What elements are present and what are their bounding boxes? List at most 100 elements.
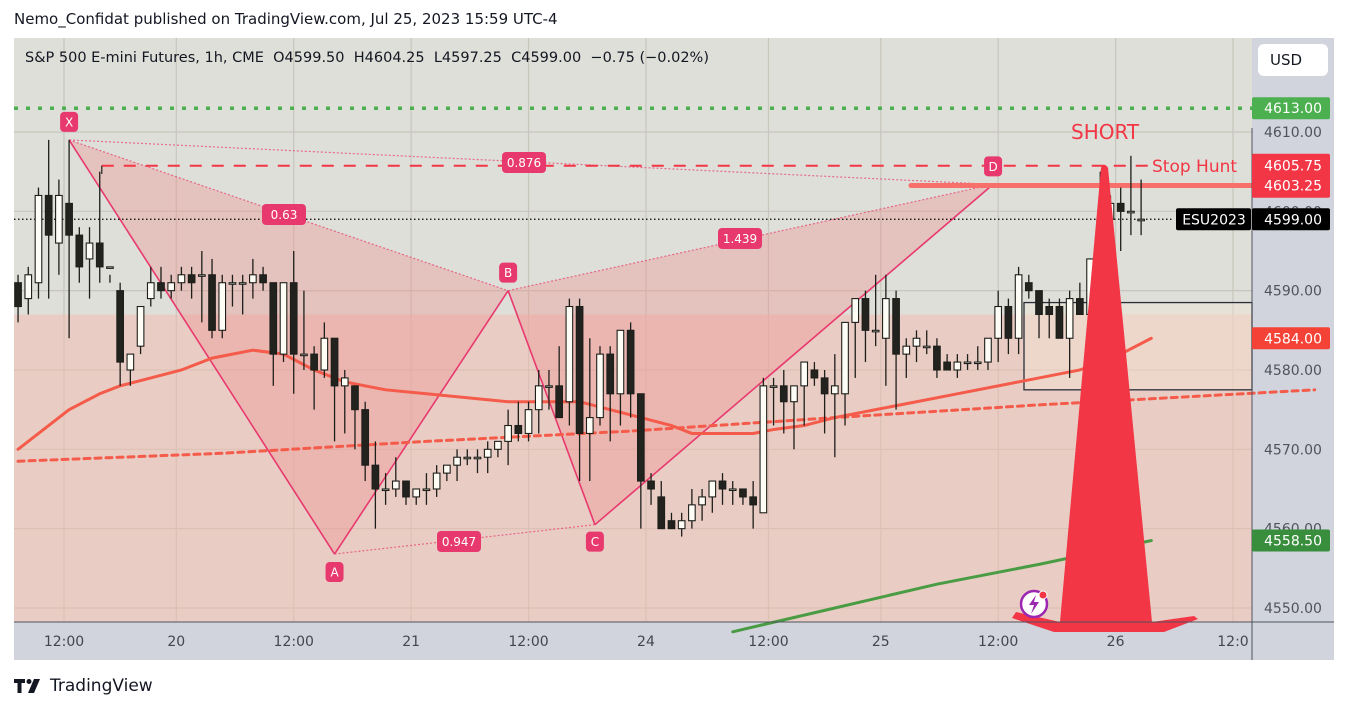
candle-body-bearish: [361, 409, 370, 466]
candle-body-bullish: [238, 282, 247, 285]
candle-body-bearish: [14, 282, 22, 308]
candle: [279, 282, 288, 363]
candle-body-bearish: [75, 234, 84, 268]
candle-body-bearish: [933, 345, 941, 371]
candle-body-bullish: [524, 409, 533, 435]
price-tick-label: 4550.00: [1264, 601, 1322, 617]
chart-canvas[interactable]: SHORT Stop Hunt X A B C D 0.63 0.947 1.439 0.876 4…: [14, 38, 1334, 660]
candle-body-bearish: [157, 282, 165, 292]
candle-body-bullish: [902, 345, 911, 355]
close-value: 4599.00: [521, 50, 582, 66]
tradingview-logo[interactable]: TradingView: [14, 676, 153, 696]
candle-body-bullish: [136, 305, 145, 347]
candle-body-bearish: [95, 242, 104, 268]
candle-body-bullish: [963, 361, 972, 365]
chart-frame[interactable]: SHORT Stop Hunt X A B C D 0.63 0.947 1.439 0.876 4…: [14, 38, 1334, 660]
price-tick-label: 4570.00: [1264, 442, 1322, 458]
candle-body-bearish: [718, 480, 727, 490]
short-label: SHORT: [1071, 120, 1140, 144]
candle-body-bullish: [504, 424, 512, 442]
price-tag-last-text: 4599.00: [1264, 212, 1322, 228]
candle-body-bullish: [412, 488, 421, 498]
candle-body-bullish: [1065, 298, 1074, 339]
candle-body-bearish: [555, 385, 564, 419]
candle-body-bearish: [606, 353, 615, 395]
candle-body-bearish: [626, 329, 635, 395]
candle: [34, 187, 43, 299]
candle-body-bullish: [85, 242, 94, 260]
point-label-x: X: [60, 111, 79, 132]
candle-body-bullish: [320, 337, 329, 371]
point-label-b: B: [499, 262, 518, 283]
close-key: C: [511, 50, 522, 66]
candle-body-bullish: [177, 274, 186, 284]
candle-body-bearish: [647, 480, 655, 490]
ratio-label-xd: 0.876: [502, 152, 546, 173]
candle-body-bullish: [994, 305, 1003, 339]
candle-body-bearish: [371, 464, 380, 490]
candle-body-bearish: [820, 377, 829, 395]
point-label-b-text: B: [504, 266, 512, 280]
symbol-name: S&P 500 E-mini Futures, 1h, CME: [25, 50, 264, 66]
tradingview-logo-icon: [14, 679, 40, 693]
candle-body-bullish: [1127, 210, 1135, 214]
candle-body-bullish: [984, 337, 992, 363]
candle-body-bullish: [197, 274, 206, 277]
candle-body-bearish: [739, 488, 747, 498]
low-value: 4597.25: [441, 50, 502, 66]
candle-body-bearish: [636, 393, 645, 482]
candle-body-bullish: [677, 520, 686, 530]
price-tag-last: 4599.00: [1252, 208, 1330, 231]
ratio-label-xd-text: 0.876: [507, 156, 541, 170]
ratio-label-ac-text: 0.947: [442, 535, 476, 549]
candle-body-bullish: [790, 385, 798, 403]
stop-hunt-label: Stop Hunt: [1152, 157, 1237, 177]
candle-body-bullish: [167, 282, 176, 292]
candle-body-bearish: [657, 496, 666, 530]
candle-body-bullish: [228, 282, 237, 285]
candle-body-bullish: [494, 440, 502, 450]
candle-body-bullish: [871, 329, 880, 333]
candle-body-bullish: [483, 448, 492, 458]
candle-body-bullish: [463, 456, 472, 460]
candle-body-bullish: [545, 385, 553, 388]
candle-body-bearish: [861, 298, 870, 331]
price-tag-4584-text: 4584.00: [1264, 331, 1322, 347]
candle-body-bullish: [432, 472, 441, 490]
time-tick-label: 12:00: [748, 634, 788, 650]
candle-body-bullish: [126, 353, 135, 371]
open-key: O: [273, 50, 285, 66]
candle-body-bullish: [973, 361, 982, 365]
candle-body-bullish: [708, 480, 717, 498]
candle-body-bullish: [55, 194, 63, 244]
candle-body-bullish: [688, 504, 696, 522]
candle-body-bullish: [453, 456, 461, 466]
low-key: L: [433, 50, 442, 66]
time-tick-label: 12:0: [1217, 634, 1248, 650]
time-tick-label: 12:00: [274, 634, 314, 650]
candle-body-bearish: [749, 496, 757, 506]
candle-body-bearish: [187, 274, 196, 284]
currency-button[interactable]: USD: [1258, 44, 1328, 76]
candle-body-bullish: [728, 488, 737, 492]
candle-body-bullish: [422, 488, 431, 492]
price-tag-4584: 4584.00: [1252, 327, 1330, 350]
price-tick-label: 4590.00: [1264, 284, 1322, 300]
candle-body-bearish: [351, 385, 359, 411]
point-label-a-text: A: [330, 566, 339, 580]
candle-body-bearish: [1055, 305, 1064, 339]
time-tick-label: 12:00: [508, 634, 548, 650]
price-tag-stop-hunt: 4605.75 4603.25: [1252, 153, 1330, 198]
point-label-x-text: X: [65, 115, 73, 129]
candle-body-bullish: [953, 361, 962, 371]
time-tick-label: 20: [167, 634, 185, 650]
ratio-label-ac: 0.947: [437, 531, 481, 552]
candle-body-bullish: [841, 321, 849, 395]
candle-body-bullish: [146, 282, 155, 300]
alert-icon-dot: [1038, 590, 1048, 600]
price-tag-4558: 4558.50: [1252, 529, 1330, 552]
time-tick-label: 25: [872, 634, 890, 650]
candle-body-bullish: [800, 361, 809, 387]
candle-body-bullish: [851, 298, 860, 323]
symbol-tag-text: ESU2023: [1182, 212, 1246, 228]
